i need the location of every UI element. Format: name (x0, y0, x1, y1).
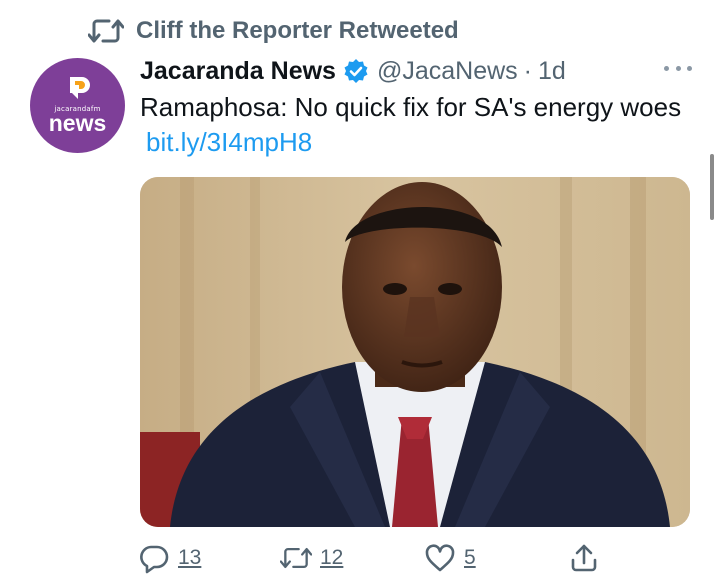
tweet-body: Ramaphosa: No quick fix for SA's energy … (140, 90, 700, 160)
tweet-header: Jacaranda News @JacaNews · 1d (140, 52, 700, 90)
retweeted-by-bar[interactable]: Cliff the Reporter Retweeted (88, 14, 459, 48)
share-icon (571, 544, 597, 572)
share-button[interactable] (568, 536, 600, 580)
avatar-brand-big: news (48, 110, 107, 136)
reply-button[interactable]: 13 (138, 536, 201, 580)
tweet-text: Ramaphosa: No quick fix for SA's energy … (140, 92, 682, 122)
more-dot-icon (664, 65, 669, 71)
like-button[interactable]: 5 (424, 536, 476, 580)
more-options-button[interactable] (664, 58, 692, 78)
reply-count: 13 (178, 546, 202, 569)
handle[interactable]: @JacaNews (377, 57, 518, 86)
photo-of-man-in-suit-icon (140, 177, 690, 527)
retweet-button[interactable]: 12 (280, 536, 343, 580)
retweet-icon (280, 547, 312, 569)
like-count: 5 (464, 546, 476, 569)
verified-badge-icon (344, 59, 368, 83)
display-name[interactable]: Jacaranda News (140, 57, 336, 86)
tweet-image[interactable] (140, 177, 690, 527)
tweet-link[interactable]: bit.ly/3I4mpH8 (146, 127, 312, 157)
reply-icon (140, 545, 169, 574)
scrollbar[interactable] (710, 154, 714, 220)
retweet-icon (88, 19, 124, 43)
more-dot-icon (687, 65, 692, 71)
separator-dot: · (523, 56, 532, 85)
heart-icon (425, 544, 455, 572)
timestamp[interactable]: 1d (538, 57, 566, 86)
retweet-count: 12 (320, 546, 344, 569)
retweeted-by-label: Cliff the Reporter Retweeted (136, 17, 459, 44)
jacaranda-logo-icon (69, 77, 90, 99)
avatar[interactable]: jacarandafm news (30, 58, 125, 153)
tweet-actions: 13 12 5 (138, 536, 608, 580)
more-dot-icon (675, 65, 681, 71)
